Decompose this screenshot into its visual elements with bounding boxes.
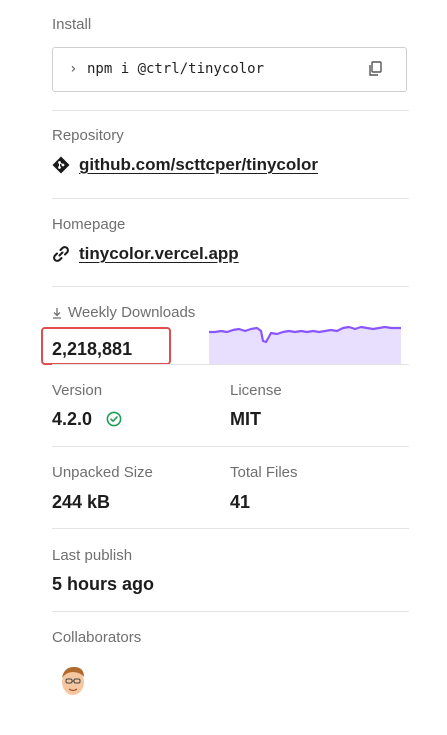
divider — [52, 611, 409, 612]
last-publish-label: Last publish — [52, 547, 133, 564]
total-files-label: Total Files — [230, 464, 298, 481]
install-label: Install — [52, 16, 92, 33]
install-command[interactable]: npm i @ctrl/tinycolor — [87, 61, 264, 77]
homepage-link-row[interactable]: tinycolor.vercel.app — [52, 244, 239, 264]
unpacked-size-value: 244 kB — [52, 492, 111, 512]
divider — [52, 364, 409, 365]
license-label: License — [230, 382, 282, 399]
repository-label: Repository — [52, 127, 124, 144]
prompt-icon: › — [69, 61, 78, 77]
downloads-highlight-box — [41, 327, 171, 365]
repository-link-row[interactable]: github.com/scttcper/tinycolor — [52, 155, 318, 175]
download-arrow-icon — [53, 308, 61, 319]
unpacked-size-label: Unpacked Size — [52, 464, 153, 481]
divider — [52, 446, 409, 447]
repository-link[interactable]: github.com/scttcper/tinycolor — [79, 155, 318, 175]
version-label: Version — [52, 382, 103, 399]
link-icon — [53, 246, 69, 262]
weekly-downloads-label: Weekly Downloads — [68, 304, 196, 321]
downloads-sparkline — [209, 325, 401, 364]
install-command-box[interactable]: › npm i @ctrl/tinycolor — [52, 47, 407, 92]
divider — [52, 198, 409, 199]
homepage-link[interactable]: tinycolor.vercel.app — [79, 244, 239, 264]
collaborators-label: Collaborators — [52, 629, 142, 646]
copy-icon[interactable] — [368, 61, 382, 77]
git-icon — [52, 156, 70, 174]
weekly-downloads-label-row: Weekly Downloads — [52, 304, 195, 322]
last-publish-value: 5 hours ago — [52, 574, 155, 594]
check-circle-icon — [106, 411, 122, 427]
divider — [52, 110, 409, 111]
version-value: 4.2.0 — [52, 409, 93, 429]
avatar-icon[interactable] — [58, 664, 88, 698]
homepage-label: Homepage — [52, 216, 126, 233]
divider — [52, 286, 409, 287]
total-files-value: 41 — [230, 492, 251, 512]
divider — [52, 528, 409, 529]
license-value: MIT — [230, 409, 261, 429]
